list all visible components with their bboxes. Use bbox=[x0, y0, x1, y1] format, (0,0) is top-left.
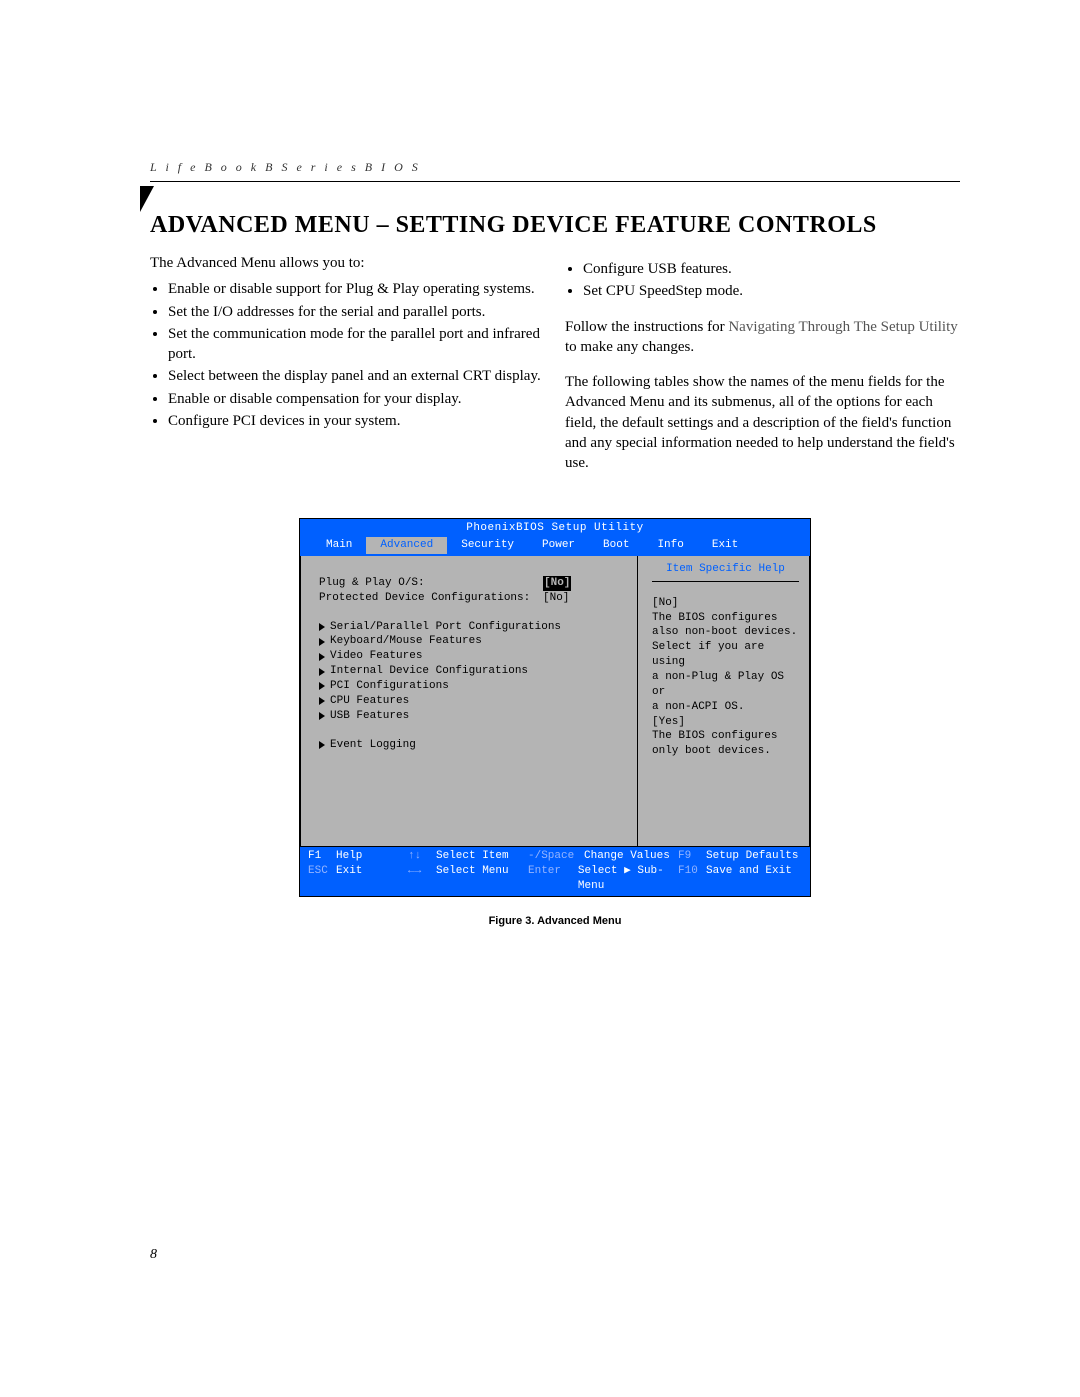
footer-label: Setup Defaults bbox=[706, 849, 798, 864]
right-bullets: Configure USB features. Set CPU SpeedSte… bbox=[565, 259, 960, 302]
help-line: a non-Plug & Play OS or bbox=[652, 670, 799, 700]
triangle-icon bbox=[319, 653, 325, 661]
footer-key: ←→ bbox=[408, 864, 436, 894]
bios-footer: F1Help ↑↓Select Item -/SpaceChange Value… bbox=[300, 847, 810, 897]
footer-key: ESC bbox=[308, 864, 336, 894]
help-line: a non-ACPI OS. bbox=[652, 700, 799, 715]
triangle-icon bbox=[319, 682, 325, 690]
figure-caption: Figure 3. Advanced Menu bbox=[150, 915, 960, 927]
footer-key: F1 bbox=[308, 849, 336, 864]
help-line: The BIOS configures bbox=[652, 729, 799, 744]
bios-field-label: Protected Device Configurations: bbox=[319, 591, 539, 606]
footer-label: Exit bbox=[336, 864, 362, 894]
footer-label: Select Menu bbox=[436, 864, 509, 894]
bios-tab-advanced[interactable]: Advanced bbox=[366, 537, 447, 554]
bios-submenu[interactable]: Internal Device Configurations bbox=[319, 664, 629, 679]
left-bullets: Enable or disable support for Plug & Pla… bbox=[150, 279, 545, 431]
bios-field-value-selected[interactable]: [No] bbox=[543, 576, 571, 591]
list-item: Set the I/O addresses for the serial and… bbox=[168, 302, 545, 322]
bios-submenu-label: Video Features bbox=[330, 649, 422, 664]
right-column: Configure USB features. Set CPU SpeedSte… bbox=[565, 253, 960, 488]
bios-submenu[interactable]: USB Features bbox=[319, 709, 629, 724]
triangle-icon bbox=[319, 638, 325, 646]
list-item: Configure PCI devices in your system. bbox=[168, 411, 545, 431]
triangle-icon bbox=[319, 712, 325, 720]
footer-key: F10 bbox=[678, 864, 706, 894]
triangle-icon bbox=[319, 623, 325, 631]
bios-submenu[interactable]: Serial/Parallel Port Configurations bbox=[319, 620, 629, 635]
bios-submenu[interactable]: Keyboard/Mouse Features bbox=[319, 634, 629, 649]
help-line: Select if you are using bbox=[652, 640, 799, 670]
text: to make any changes. bbox=[565, 339, 694, 355]
triangle-icon bbox=[319, 668, 325, 676]
bios-submenu[interactable]: CPU Features bbox=[319, 694, 629, 709]
bios-submenu-label: Keyboard/Mouse Features bbox=[330, 634, 482, 649]
bios-title: PhoenixBIOS Setup Utility bbox=[300, 519, 810, 537]
help-line: only boot devices. bbox=[652, 744, 799, 759]
bios-tabs: Main Advanced Security Power Boot Info E… bbox=[300, 537, 810, 556]
footer-key: Enter bbox=[528, 864, 578, 894]
running-head: L i f e B o o k B S e r i e s B I O S bbox=[150, 160, 960, 175]
footer-key: F9 bbox=[678, 849, 706, 864]
right-para-2: The following tables show the names of t… bbox=[565, 372, 960, 473]
bios-submenu[interactable]: Video Features bbox=[319, 649, 629, 664]
nav-link: Navigating Through The Setup Utility bbox=[728, 319, 957, 335]
bios-submenu-label: Event Logging bbox=[330, 738, 416, 753]
footer-label: Select ▶ Sub-Menu bbox=[578, 864, 678, 894]
bios-submenu-label: PCI Configurations bbox=[330, 679, 449, 694]
body-columns: The Advanced Menu allows you to: Enable … bbox=[150, 253, 960, 488]
footer-label: Change Values bbox=[584, 849, 670, 864]
page-title: ADVANCED MENU – SETTING DEVICE FEATURE C… bbox=[150, 212, 960, 239]
bios-field-row[interactable]: Plug & Play O/S: [No] bbox=[319, 576, 629, 591]
help-line: also non-boot devices. bbox=[652, 625, 799, 640]
bios-submenu[interactable]: PCI Configurations bbox=[319, 679, 629, 694]
footer-key: ↑↓ bbox=[408, 849, 436, 864]
list-item: Enable or disable support for Plug & Pla… bbox=[168, 279, 545, 299]
bios-tab-main[interactable]: Main bbox=[312, 537, 366, 554]
bios-field-row[interactable]: Protected Device Configurations: [No] bbox=[319, 591, 629, 606]
divider bbox=[652, 581, 799, 582]
corner-flag-icon bbox=[140, 186, 154, 212]
triangle-icon bbox=[319, 697, 325, 705]
bios-help-pane: Item Specific Help [No] The BIOS configu… bbox=[638, 556, 809, 846]
list-item: Enable or disable compensation for your … bbox=[168, 389, 545, 409]
bios-submenu-label: USB Features bbox=[330, 709, 409, 724]
list-item: Set the communication mode for the paral… bbox=[168, 324, 545, 365]
left-column: The Advanced Menu allows you to: Enable … bbox=[150, 253, 545, 488]
text: Follow the instructions for bbox=[565, 319, 728, 335]
page-number: 8 bbox=[150, 1247, 960, 1263]
bios-left-pane: Plug & Play O/S: [No] Protected Device C… bbox=[301, 556, 638, 846]
bios-tab-security[interactable]: Security bbox=[447, 537, 528, 554]
list-item: Configure USB features. bbox=[583, 259, 960, 279]
help-line: [No] bbox=[652, 596, 799, 611]
bios-tab-power[interactable]: Power bbox=[528, 537, 589, 554]
help-line: The BIOS configures bbox=[652, 611, 799, 626]
left-intro: The Advanced Menu allows you to: bbox=[150, 253, 545, 273]
list-item: Select between the display panel and an … bbox=[168, 366, 545, 386]
right-para-1: Follow the instructions for Navigating T… bbox=[565, 317, 960, 358]
bios-help-text: [No] The BIOS configures also non-boot d… bbox=[652, 596, 799, 759]
bios-tab-exit[interactable]: Exit bbox=[698, 537, 752, 554]
bios-tab-info[interactable]: Info bbox=[643, 537, 697, 554]
footer-label: Select Item bbox=[436, 849, 509, 864]
bios-help-title: Item Specific Help bbox=[652, 562, 799, 577]
triangle-icon bbox=[319, 741, 325, 749]
bios-field-value[interactable]: [No] bbox=[543, 591, 569, 606]
footer-key: -/Space bbox=[528, 849, 584, 864]
bios-submenu-label: CPU Features bbox=[330, 694, 409, 709]
bios-field-label: Plug & Play O/S: bbox=[319, 576, 539, 591]
bios-submenu[interactable]: Event Logging bbox=[319, 738, 629, 753]
list-item: Set CPU SpeedStep mode. bbox=[583, 281, 960, 301]
help-line: [Yes] bbox=[652, 715, 799, 730]
bios-submenu-label: Internal Device Configurations bbox=[330, 664, 528, 679]
bios-submenu-label: Serial/Parallel Port Configurations bbox=[330, 620, 561, 635]
bios-tab-boot[interactable]: Boot bbox=[589, 537, 643, 554]
bios-screenshot: PhoenixBIOS Setup Utility Main Advanced … bbox=[299, 518, 811, 897]
header-rule bbox=[150, 181, 960, 182]
footer-label: Save and Exit bbox=[706, 864, 792, 894]
footer-label: Help bbox=[336, 849, 362, 864]
